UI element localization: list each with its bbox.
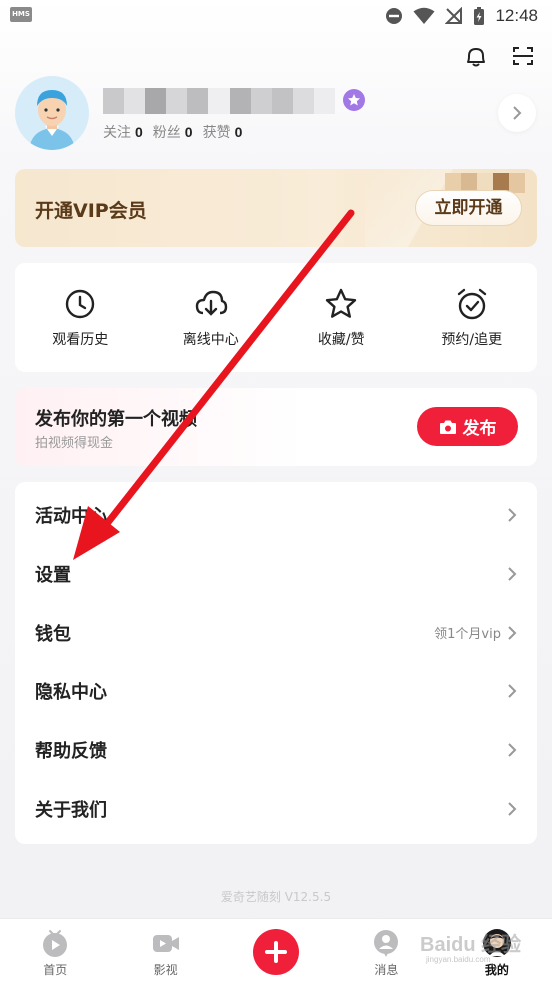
wifi-icon xyxy=(413,7,435,24)
vip-star-icon xyxy=(343,89,365,111)
publish-button-label: 发布 xyxy=(462,419,497,439)
nav-movies[interactable]: 影视 xyxy=(110,919,220,981)
battery-charging-icon xyxy=(474,7,485,25)
status-bar: HMS 12:48 xyxy=(0,0,552,32)
alarm-check-icon xyxy=(457,288,486,320)
menu-item-privacy[interactable]: 隐私中心 xyxy=(15,662,537,721)
scan-icon[interactable] xyxy=(507,40,539,72)
chevron-right-icon xyxy=(508,626,517,640)
quick-reservation[interactable]: 预约/追更 xyxy=(407,263,538,372)
status-icons: 12:48 xyxy=(385,4,538,28)
nav-label: 消息 xyxy=(374,963,399,977)
stat-likes[interactable]: 获赞 0 xyxy=(203,122,243,142)
menu-label: 帮助反馈 xyxy=(35,741,107,763)
publish-button[interactable]: 发布 xyxy=(417,407,518,446)
nav-publish[interactable] xyxy=(221,919,331,981)
watermark-sub: jingyan.baidu.com xyxy=(426,955,491,964)
menu-label: 设置 xyxy=(35,565,71,587)
message-person-icon xyxy=(374,930,399,957)
chevron-right-icon xyxy=(508,567,517,581)
chevron-right-icon xyxy=(508,684,517,699)
nav-label: 影视 xyxy=(153,963,178,977)
video-camera-icon xyxy=(152,935,179,952)
menu-label: 钱包 xyxy=(35,623,71,645)
menu-item-wallet[interactable]: 钱包 领1个月vip xyxy=(15,603,537,662)
quick-favorites[interactable]: 收藏/赞 xyxy=(276,263,407,372)
hms-badge: HMS xyxy=(10,7,32,22)
menu-label: 隐私中心 xyxy=(35,682,107,704)
quick-history[interactable]: 观看历史 xyxy=(15,263,146,372)
nav-label: 首页 xyxy=(43,963,68,977)
profile-chevron-right-icon[interactable] xyxy=(498,94,536,132)
quick-reservation-label: 预约/追更 xyxy=(441,332,503,348)
star-icon xyxy=(326,288,357,318)
camera-icon xyxy=(439,420,456,434)
menu-hint: 领1个月vip xyxy=(434,627,501,643)
menu-item-settings[interactable]: 设置 xyxy=(15,545,537,604)
stat-fans[interactable]: 粉丝 0 xyxy=(153,122,193,142)
no-signal-icon xyxy=(445,7,463,24)
chevron-right-icon xyxy=(508,802,517,816)
nav-home[interactable]: 首页 xyxy=(0,919,110,981)
quick-offline-label: 离线中心 xyxy=(182,332,239,348)
menu-item-help[interactable]: 帮助反馈 xyxy=(15,721,537,780)
vip-title: 开通VIP会员 xyxy=(35,200,147,222)
chevron-right-icon xyxy=(508,743,517,757)
quick-history-label: 观看历史 xyxy=(52,332,109,348)
plus-icon xyxy=(253,929,300,975)
publish-title: 发布你的第一个视频 xyxy=(35,409,197,430)
stat-following[interactable]: 关注 0 xyxy=(103,122,143,142)
menu-item-activity[interactable]: 活动中心 xyxy=(15,486,537,545)
vip-open-button[interactable]: 立即开通 xyxy=(415,190,522,226)
menu-list: 活动中心 设置 钱包 领1个月vip 隐私中心 帮助反馈 关于我们 xyxy=(15,482,537,844)
publish-subtitle: 拍视频得现金 xyxy=(35,436,114,451)
download-cloud-icon xyxy=(195,290,227,316)
watermark: Baidu 经验 xyxy=(420,934,522,956)
publish-card[interactable]: 发布你的第一个视频 拍视频得现金 发布 xyxy=(15,388,537,466)
bell-icon[interactable] xyxy=(460,40,492,72)
clock-icon xyxy=(66,289,95,319)
quick-actions: 观看历史 离线中心 收藏/赞 预约/追更 xyxy=(15,263,537,372)
version-text: 爱奇艺随刻 V12.5.5 xyxy=(220,890,332,904)
menu-label: 关于我们 xyxy=(35,799,107,821)
menu-item-about[interactable]: 关于我们 xyxy=(15,779,537,838)
menu-label: 活动中心 xyxy=(35,506,107,528)
chevron-right-icon xyxy=(508,508,517,523)
quick-favorites-label: 收藏/赞 xyxy=(317,332,365,348)
do-not-disturb-icon xyxy=(386,8,403,24)
username-blurred xyxy=(103,88,336,114)
profile-stats: 关注 0 粉丝 0 获赞 0 xyxy=(103,122,242,142)
vip-banner[interactable]: 开通VIP会员 立即开通 xyxy=(15,169,537,247)
home-tv-icon xyxy=(43,930,68,957)
avatar[interactable] xyxy=(15,76,89,150)
status-time: 12:48 xyxy=(495,6,538,25)
quick-offline[interactable]: 离线中心 xyxy=(146,263,277,372)
